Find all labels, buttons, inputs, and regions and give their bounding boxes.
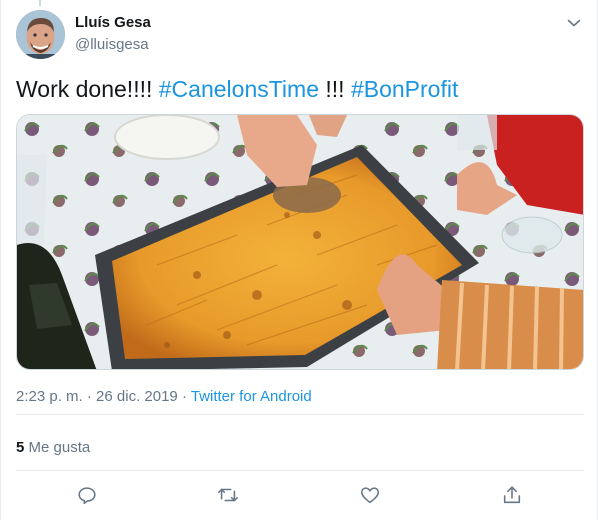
reply-icon [78, 487, 96, 505]
tweet-time[interactable]: 2:23 p. m. [16, 388, 83, 405]
tweet-text-part: Work done!!!! [16, 76, 159, 102]
tweet-text-part: !!! [319, 76, 351, 102]
retweet-button[interactable] [217, 484, 241, 508]
heart-icon [360, 487, 380, 504]
share-button[interactable] [501, 484, 525, 508]
user-handle[interactable]: @lluisgesa [75, 36, 149, 53]
tweet-photo[interactable] [16, 114, 584, 370]
share-icon [503, 486, 521, 504]
divider [16, 470, 584, 471]
meta-separator: · [82, 388, 97, 405]
divider [16, 414, 584, 415]
food-photo [17, 115, 583, 369]
tweet-date[interactable]: 26 dic. 2019 [96, 388, 178, 405]
meta-separator: · [177, 388, 191, 405]
retweet-icon [218, 488, 238, 502]
tweet-card: Lluís Gesa @lluisgesa Work done!!!! #Can… [0, 0, 598, 520]
likes-count-link[interactable]: 5 Me gusta [16, 439, 90, 456]
thread-line [39, 0, 41, 6]
avatar-image [16, 10, 65, 59]
likes-label: Me gusta [24, 439, 91, 456]
hashtag-link-bonprofit[interactable]: #BonProfit [351, 76, 458, 102]
more-options-button[interactable] [565, 14, 583, 32]
user-name[interactable]: Lluís Gesa [75, 14, 151, 31]
tweet-text: Work done!!!! #CanelonsTime !!! #BonProf… [16, 76, 458, 103]
tweet-metadata: 2:23 p. m. · 26 dic. 2019 · Twitter for … [16, 388, 312, 405]
chevron-down-icon [567, 19, 581, 27]
like-button[interactable] [359, 484, 383, 508]
reply-button[interactable] [76, 484, 100, 508]
tweet-source-link[interactable]: Twitter for Android [191, 388, 312, 405]
hashtag-link-canelonstime[interactable]: #CanelonsTime [159, 76, 319, 102]
avatar[interactable] [16, 10, 65, 59]
